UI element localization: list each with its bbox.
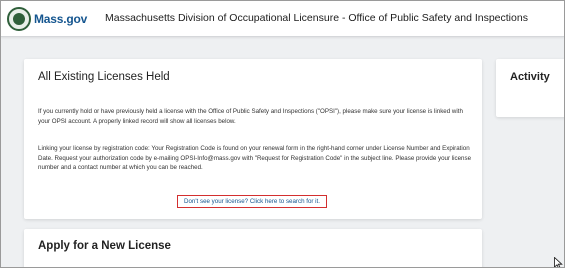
activity-card: Activity xyxy=(496,59,564,117)
mass-gov-logo[interactable]: Mass.gov xyxy=(7,6,87,32)
browser-viewport: Mass.gov Massachusetts Division of Occup… xyxy=(0,0,565,268)
site-header: Mass.gov Massachusetts Division of Occup… xyxy=(1,1,564,37)
registration-code-info-paragraph: Linking your license by registration cod… xyxy=(38,145,472,171)
existing-licenses-title: All Existing Licenses Held xyxy=(38,71,170,83)
mouse-pointer-icon xyxy=(554,257,563,267)
massachusetts-seal-icon xyxy=(7,7,31,31)
existing-licenses-card: All Existing Licenses Held If you curren… xyxy=(24,59,482,219)
agency-title: Massachusetts Division of Occupational L… xyxy=(105,12,528,24)
activity-title: Activity xyxy=(510,71,550,83)
license-link-info-paragraph: If you currently hold or have previously… xyxy=(38,108,463,125)
search-license-link[interactable]: Don't see your license? Click here to se… xyxy=(184,198,320,205)
search-license-highlight: Don't see your license? Click here to se… xyxy=(177,195,327,208)
brand-name: Mass.gov xyxy=(34,12,88,26)
apply-new-license-title: Apply for a New License xyxy=(38,240,171,252)
apply-new-license-card: Apply for a New License xyxy=(24,229,482,267)
